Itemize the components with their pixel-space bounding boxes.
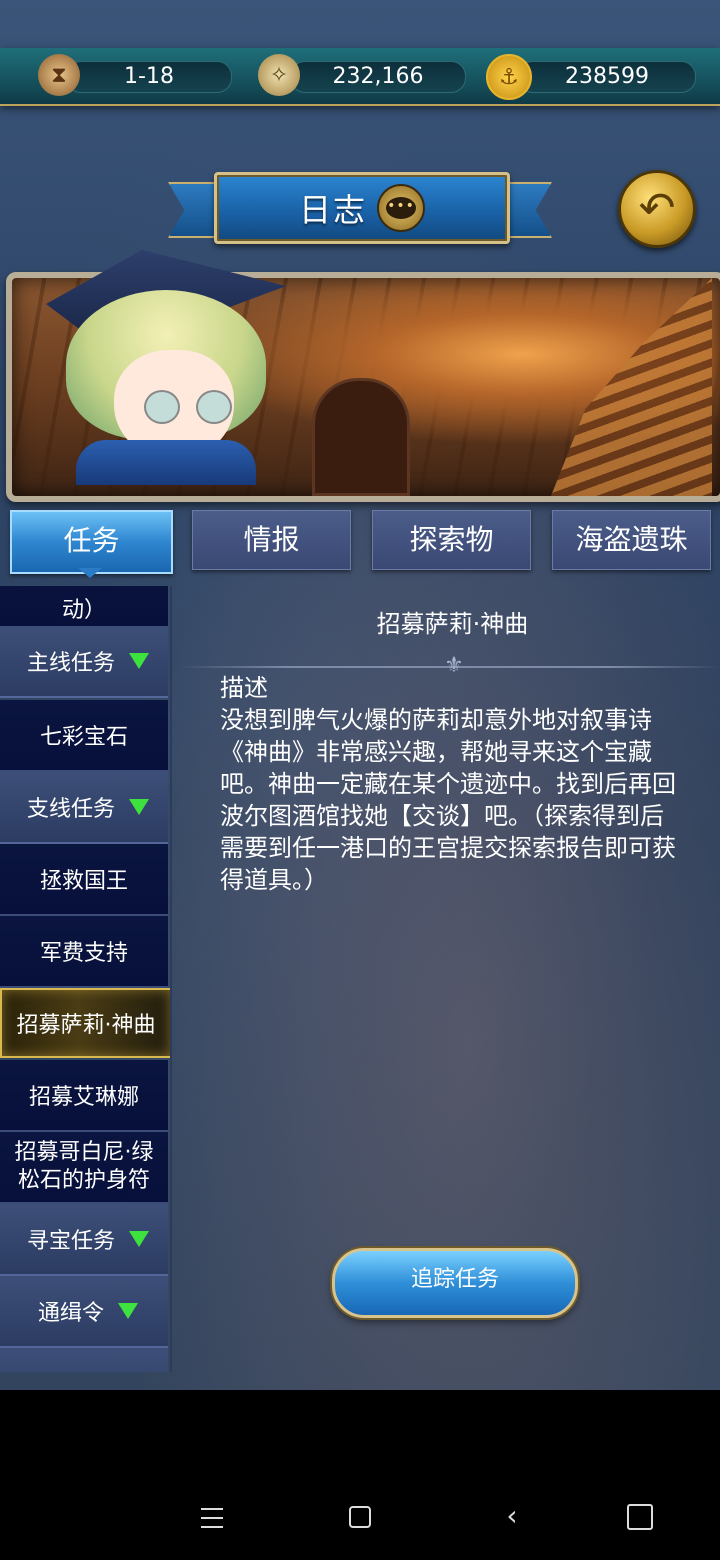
list-item[interactable]: 七彩宝石 xyxy=(0,700,168,772)
list-item-label: 拯救国王 xyxy=(39,869,128,894)
list-category-main-quests[interactable]: 主线任务 xyxy=(0,626,168,698)
title-plate: 日志 ••• xyxy=(214,172,510,244)
character-collar xyxy=(76,440,256,485)
list-item-partial[interactable]: 动） xyxy=(0,586,168,628)
list-item-label: 招募艾琳娜 xyxy=(28,1085,139,1110)
character-glasses-left xyxy=(144,390,180,424)
expand-triangle-icon xyxy=(129,1231,149,1247)
scene-door xyxy=(312,378,410,496)
quest-list[interactable]: 动） 主线任务 七彩宝石 支线任务 拯救国王 军费支持 招募萨莉·神曲 招募艾琳… xyxy=(0,586,172,1372)
list-item-label: 动） xyxy=(61,598,106,623)
description-body: 没想到脾气火爆的萨莉却意外地对叙事诗《神曲》非常感兴趣，帮她寻来这个宝藏吧。神曲… xyxy=(220,706,676,894)
gold-display: 238599 xyxy=(518,61,696,93)
expand-triangle-icon xyxy=(129,653,149,669)
scene-stairs xyxy=(551,278,712,496)
tab-pirate-pearls[interactable]: 海盗遗珠 xyxy=(552,510,711,570)
selected-tab-pointer xyxy=(78,568,102,578)
system-nav-bar xyxy=(0,1390,720,1560)
expand-triangle-icon xyxy=(129,799,149,815)
silver-display: 232,166 xyxy=(290,61,466,93)
list-category-wanted[interactable]: 通缉令 xyxy=(0,1276,168,1348)
chat-bubble-icon[interactable]: ••• xyxy=(377,184,425,232)
list-item[interactable]: 招募哥白尼·绿松石的护身符 xyxy=(0,1132,168,1204)
list-category-partial[interactable] xyxy=(0,1348,168,1372)
tab-intel[interactable]: 情报 xyxy=(192,510,351,570)
gold-value: 238599 xyxy=(565,64,649,89)
list-item-label: 通缉令 xyxy=(37,1301,104,1326)
menu-icon[interactable] xyxy=(196,1500,228,1532)
list-item[interactable]: 招募艾琳娜 xyxy=(0,1060,168,1132)
level-display: 1-18 xyxy=(66,61,232,93)
list-item[interactable]: 拯救国王 xyxy=(0,844,168,916)
compass-coin-icon: ✧ xyxy=(258,54,300,96)
character-portrait xyxy=(6,250,286,485)
quest-title: 招募萨莉·神曲 xyxy=(376,610,529,638)
page-title: 日志 xyxy=(298,191,367,229)
list-item-selected[interactable]: 招募萨莉·神曲 xyxy=(0,988,170,1058)
track-quest-button[interactable]: 追踪任务 xyxy=(332,1248,578,1318)
list-item-label: 寻宝任务 xyxy=(26,1229,115,1254)
list-category-treasure-quests[interactable]: 寻宝任务 xyxy=(0,1204,168,1276)
rotate-screen-icon[interactable] xyxy=(624,1500,656,1532)
anchor-coin-icon: ⚓ xyxy=(486,54,532,100)
home-icon[interactable] xyxy=(344,1500,376,1532)
back-arrow-icon: ↶ xyxy=(638,183,676,234)
list-item[interactable]: 军费支持 xyxy=(0,916,168,988)
resource-bar: 1-18 232,166 238599 ⧗ ✧ ⚓ xyxy=(0,48,720,106)
description-heading: 描述 xyxy=(220,674,268,702)
tab-quests[interactable]: 任务 xyxy=(10,510,173,574)
list-item-label: 招募哥白尼·绿松石的护身符 xyxy=(14,1140,154,1193)
level-value: 1-18 xyxy=(124,64,174,89)
list-item-label: 军费支持 xyxy=(39,941,128,966)
back-button[interactable]: ↶ xyxy=(618,170,696,248)
tab-exploration[interactable]: 探索物 xyxy=(372,510,531,570)
hourglass-icon: ⧗ xyxy=(38,54,80,96)
list-item-label: 主线任务 xyxy=(26,651,115,676)
title-banner: 日志 ••• xyxy=(168,170,552,250)
journal-screen: 1-18 232,166 238599 ⧗ ✧ ⚓ 日志 ••• ↶ 任务 情报… xyxy=(0,0,720,1390)
silver-value: 232,166 xyxy=(332,64,424,89)
list-category-side-quests[interactable]: 支线任务 xyxy=(0,772,168,844)
list-item-label: 招募萨莉·神曲 xyxy=(16,1013,156,1038)
ornament-icon: ⚜ xyxy=(444,653,464,678)
list-item-label: 七彩宝石 xyxy=(39,725,128,750)
character-glasses-right xyxy=(196,390,232,424)
list-item-label: 支线任务 xyxy=(26,797,115,822)
expand-triangle-icon xyxy=(118,1303,138,1319)
chevron-left-icon[interactable]: ‹ xyxy=(496,1500,528,1532)
